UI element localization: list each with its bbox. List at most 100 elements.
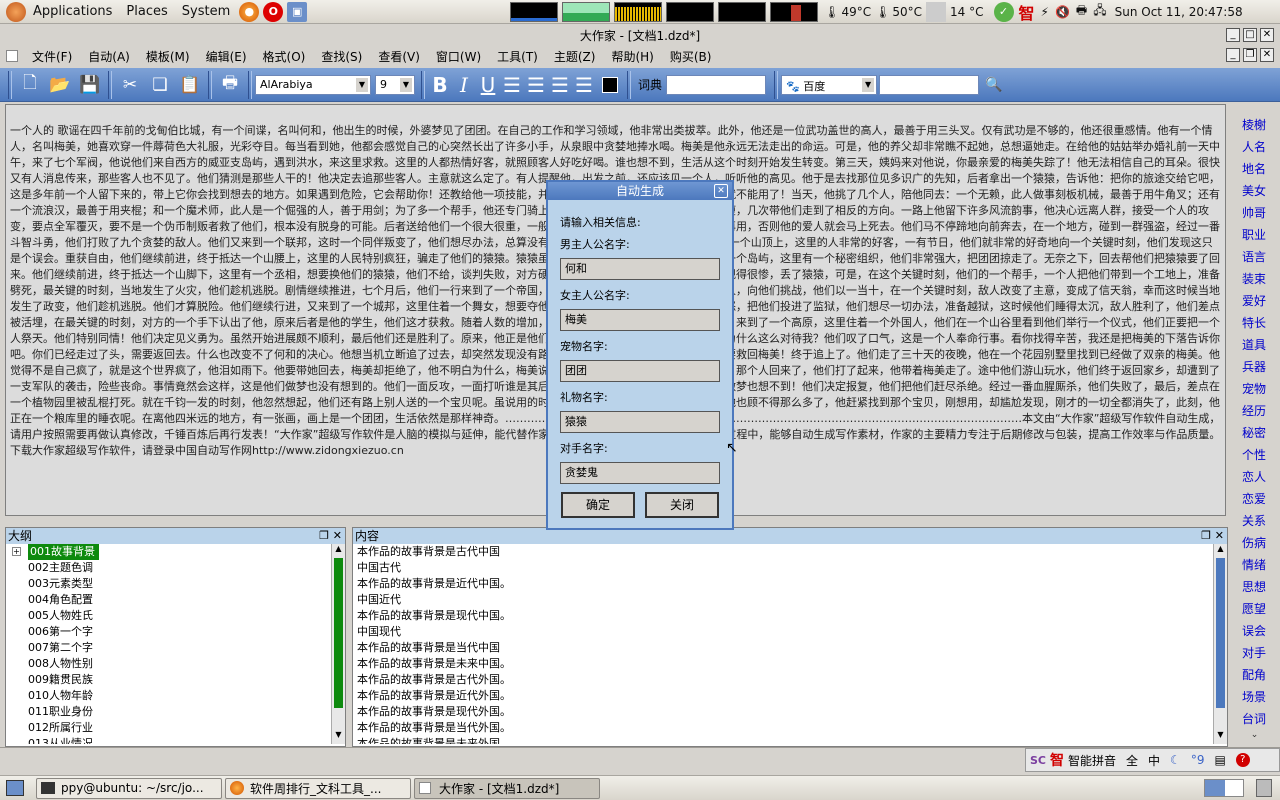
content-line[interactable]: 本作品的故事背景是古代外国。 <box>353 672 1227 688</box>
menu-window[interactable]: 窗口(W) <box>428 48 489 65</box>
menu-theme[interactable]: 主题(Z) <box>546 48 604 65</box>
cpu-monitor[interactable] <box>510 1 559 22</box>
sidebar-item-relationship[interactable]: 关系 <box>1235 510 1273 532</box>
sidebar-item-thought[interactable]: 思想 <box>1235 576 1273 598</box>
male-name-field[interactable]: 何和 <box>560 258 720 280</box>
search-input[interactable] <box>879 74 980 95</box>
ime-logo[interactable]: 智 <box>1050 750 1064 770</box>
italic-icon[interactable]: I <box>452 73 476 97</box>
ubuntu-logo-icon[interactable] <box>6 1 26 22</box>
menu-edit[interactable]: 编辑(E) <box>198 48 255 65</box>
sidebar-item-scene[interactable]: 场景 <box>1235 686 1273 708</box>
ime-handle-icon[interactable]: SC <box>1030 754 1046 767</box>
dict-input[interactable] <box>666 74 767 95</box>
volume-icon[interactable]: 🔇 <box>1055 5 1070 19</box>
expand-icon[interactable]: + <box>12 547 21 556</box>
sidebar-item-wish[interactable]: 愿望 <box>1235 598 1273 620</box>
system-menu[interactable]: System <box>175 4 237 19</box>
search-engine-select[interactable]: 🐾 百度 ▼ <box>781 74 878 95</box>
menu-buy[interactable]: 购买(B) <box>662 48 720 65</box>
tree-item[interactable]: 007第二个字 <box>6 640 345 656</box>
ok-button[interactable]: 确定 <box>561 492 635 518</box>
workspace-switcher[interactable] <box>1204 779 1244 797</box>
align-right-icon[interactable]: ☰ <box>548 73 572 97</box>
printer-icon[interactable]: 🖶 <box>1076 1 1087 22</box>
tree-item[interactable]: 003元素类型 <box>6 576 345 592</box>
weather-temp[interactable]: 14 °C <box>950 5 983 19</box>
close-icon[interactable]: ✕ <box>714 184 728 198</box>
content-line[interactable]: 中国现代 <box>353 624 1227 640</box>
doc-restore-button[interactable]: ❐ <box>1243 48 1257 62</box>
tree-item[interactable]: 004角色配置 <box>6 592 345 608</box>
close-pane-icon[interactable]: ✕ <box>333 528 342 544</box>
sidebar-item-injury[interactable]: 伤病 <box>1235 532 1273 554</box>
memory-monitor[interactable] <box>562 1 611 22</box>
scroll-thumb[interactable] <box>334 558 343 708</box>
language-toggle[interactable]: 中 <box>1148 752 1160 769</box>
scroll-down-icon[interactable]: ▼ <box>1214 730 1227 744</box>
tree-item[interactable]: +001故事背景 <box>6 544 345 560</box>
sidebar-item-experience[interactable]: 经历 <box>1235 400 1273 422</box>
content-line[interactable]: 中国近代 <box>353 592 1227 608</box>
content-line[interactable]: 本作品的故事背景是未来外国。 <box>353 736 1227 744</box>
tree-item[interactable]: 008人物性别 <box>6 656 345 672</box>
minimize-button[interactable]: _ <box>1226 28 1240 42</box>
sidebar-item-occupation[interactable]: 职业 <box>1235 224 1273 246</box>
content-line[interactable]: 本作品的故事背景是近代外国。 <box>353 688 1227 704</box>
trash-icon[interactable] <box>1256 779 1272 797</box>
taskbar-item-dazuojia[interactable]: 大作家 - [文档1.dzd*] <box>414 777 600 799</box>
taskbar-item-firefox[interactable]: 软件周排行_文科工具_... <box>225 777 411 799</box>
close-button[interactable]: 关闭 <box>645 492 719 518</box>
sidebar-item-romance[interactable]: 恋爱 <box>1235 488 1273 510</box>
new-file-icon[interactable]: 🗋 <box>17 72 43 98</box>
doc-minimize-button[interactable]: _ <box>1226 48 1240 62</box>
power-icon[interactable]: ⚡ <box>1041 5 1049 19</box>
female-name-field[interactable]: 梅美 <box>560 309 720 331</box>
content-line[interactable]: 本作品的故事背景是当代外国。 <box>353 720 1227 736</box>
places-menu[interactable]: Places <box>119 4 174 19</box>
help-icon[interactable]: ? <box>1235 753 1250 767</box>
firefox-icon[interactable]: ● <box>239 1 260 22</box>
sidebar-item-person-name[interactable]: 人名 <box>1235 136 1273 158</box>
menu-tools[interactable]: 工具(T) <box>489 48 546 65</box>
pet-name-field[interactable]: 团团 <box>560 360 720 382</box>
gift-name-field[interactable]: 猿猿 <box>560 411 720 433</box>
align-left-icon[interactable]: ☰ <box>500 73 524 97</box>
sidebar-item-skill[interactable]: 特长 <box>1235 312 1273 334</box>
menu-file[interactable]: 文件(F) <box>24 48 80 65</box>
content-line[interactable]: 中国古代 <box>353 560 1227 576</box>
applications-menu[interactable]: Applications <box>26 4 119 19</box>
print-icon[interactable]: 🖶 <box>217 72 243 98</box>
save-icon[interactable]: 💾 <box>77 72 103 98</box>
outline-scrollbar[interactable]: ▲ ▼ <box>331 544 345 744</box>
opera-icon[interactable]: O <box>263 1 284 22</box>
bold-icon[interactable]: B <box>428 73 452 97</box>
fullwidth-toggle[interactable]: 全 <box>1126 752 1138 769</box>
sidebar-item-hobby[interactable]: 爱好 <box>1235 290 1273 312</box>
scroll-thumb[interactable] <box>1216 558 1225 708</box>
sidebar-item-emotion[interactable]: 情绪 <box>1235 554 1273 576</box>
tree-item[interactable]: 002主题色调 <box>6 560 345 576</box>
close-button[interactable]: ✕ <box>1260 28 1274 42</box>
font-size-select[interactable]: 9 ▼ <box>375 74 415 95</box>
sidebar-item-secret[interactable]: 秘密 <box>1235 422 1273 444</box>
open-file-icon[interactable]: 📂 <box>47 72 73 98</box>
sidebar-item-supporting-role[interactable]: 配角 <box>1235 664 1273 686</box>
menu-view[interactable]: 查看(V) <box>370 48 428 65</box>
content-line[interactable]: 本作品的故事背景是现代外国。 <box>353 704 1227 720</box>
paste-icon[interactable]: 📋 <box>177 72 203 98</box>
sidebar-item-attire[interactable]: 装束 <box>1235 268 1273 290</box>
update-icon[interactable]: ✓ <box>993 1 1014 22</box>
tree-item[interactable]: 012所属行业 <box>6 720 345 736</box>
scroll-up-icon[interactable]: ▲ <box>1214 544 1227 558</box>
sidebar-item-beauty[interactable]: 美女 <box>1235 180 1273 202</box>
moon-icon[interactable]: ☾ <box>1170 753 1181 767</box>
font-name-select[interactable]: AlArabiya ▼ <box>255 74 371 95</box>
sidebar-item-personality[interactable]: 个性 <box>1235 444 1273 466</box>
text-color-icon[interactable] <box>602 76 618 93</box>
sidebar-item-handsome[interactable]: 帅哥 <box>1235 202 1273 224</box>
disk-monitor[interactable] <box>770 1 819 22</box>
show-desktop-icon[interactable] <box>6 780 24 796</box>
restore-pane-icon[interactable]: ❐ <box>1201 528 1211 544</box>
keyboard-icon[interactable]: ▤ <box>1214 753 1225 767</box>
